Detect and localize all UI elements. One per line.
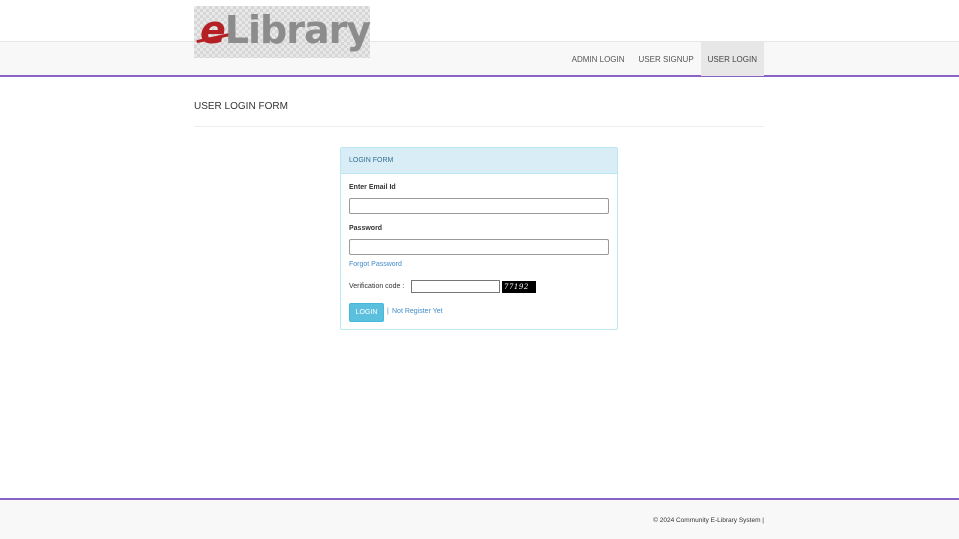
login-panel-heading: LOGIN FORM [341, 148, 617, 174]
navbar: ADMIN LOGIN USER SIGNUP USER LOGIN [0, 41, 959, 77]
logo-wordmark: Library [224, 8, 371, 52]
login-panel: LOGIN FORM Enter Email Id Password Forgo… [340, 147, 618, 330]
nav-user-signup[interactable]: USER SIGNUP [632, 42, 701, 76]
verification-label: Verification code : [349, 283, 405, 290]
password-label: Password [349, 225, 383, 232]
page-title: USER LOGIN FORM [194, 101, 288, 112]
footer-copyright: © 2024 Community E-Library System | [653, 517, 764, 524]
footer: © 2024 Community E-Library System | [0, 498, 959, 539]
nav-menu: ADMIN LOGIN USER SIGNUP USER LOGIN [565, 42, 764, 76]
register-link[interactable]: Not Register Yet [392, 308, 443, 315]
nav-admin-login[interactable]: ADMIN LOGIN [565, 42, 632, 76]
login-button[interactable]: LOGIN [349, 303, 384, 322]
password-input[interactable] [349, 239, 609, 255]
captcha-image: 77192 [502, 281, 536, 293]
nav-user-login[interactable]: USER LOGIN [700, 42, 764, 76]
verification-input[interactable] [411, 280, 500, 293]
logo-text: eLibrary [200, 8, 371, 52]
link-separator: | [387, 308, 389, 315]
email-input[interactable] [349, 198, 609, 214]
elibrary-logo[interactable]: eLibrary [194, 6, 371, 58]
header-bar [0, 0, 959, 41]
forgot-password-link[interactable]: Forgot Password [349, 261, 402, 268]
title-divider [194, 126, 764, 127]
email-label: Enter Email Id [349, 184, 396, 191]
logo-e: e [200, 8, 226, 52]
